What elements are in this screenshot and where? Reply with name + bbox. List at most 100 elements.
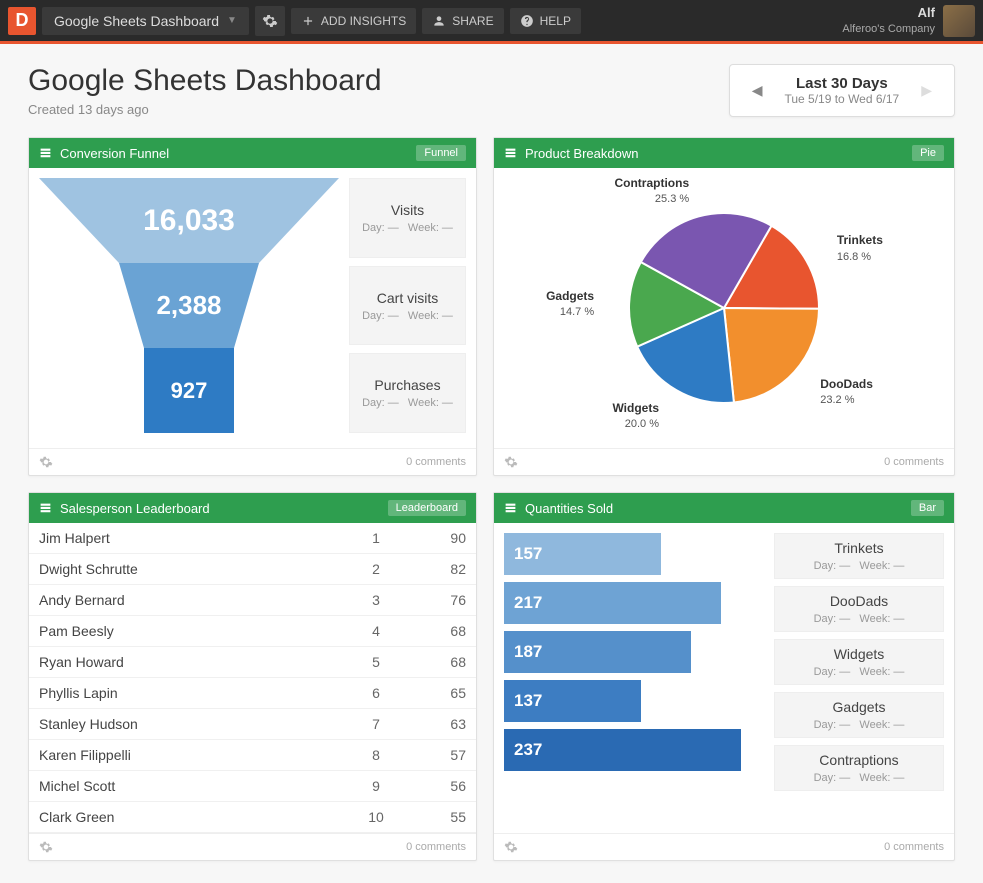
table-row: Clark Green1055 xyxy=(29,802,476,833)
lb-rank: 10 xyxy=(346,802,406,833)
lb-name: Pam Beesly xyxy=(29,616,346,647)
metric-title: Purchases xyxy=(358,377,457,393)
bar-row: 157 xyxy=(504,533,764,575)
lb-rank: 8 xyxy=(346,740,406,771)
pie-slice xyxy=(724,308,819,402)
add-insights-button[interactable]: ADD INSIGHTS xyxy=(291,8,416,34)
date-next-icon[interactable]: ▶ xyxy=(917,78,936,103)
metric-sub: Day: — Week: — xyxy=(783,613,935,625)
page-title: Google Sheets Dashboard xyxy=(28,64,382,98)
pie-label: Trinkets16.8 % xyxy=(837,233,927,264)
table-row: Karen Filippelli857 xyxy=(29,740,476,771)
card-header: Product Breakdown Pie xyxy=(494,138,954,168)
help-icon xyxy=(520,14,534,28)
user-menu[interactable]: Alf Alferoo's Company xyxy=(842,5,975,37)
lb-score: 63 xyxy=(406,709,476,740)
metric-sub: Day: — Week: — xyxy=(783,772,935,784)
table-row: Dwight Schrutte282 xyxy=(29,554,476,585)
settings-button[interactable] xyxy=(255,6,285,36)
date-range-text: Tue 5/19 to Wed 6/17 xyxy=(784,92,899,106)
lb-score: 55 xyxy=(406,802,476,833)
metric-sub: Day: — Week: — xyxy=(783,719,935,731)
card-product-breakdown: Product Breakdown Pie Trinkets16.8 % DooD… xyxy=(493,137,955,476)
lb-name: Ryan Howard xyxy=(29,647,346,678)
lb-score: 56 xyxy=(406,771,476,802)
table-icon xyxy=(39,502,52,515)
card-type-badge: Bar xyxy=(911,500,944,516)
table-icon xyxy=(504,147,517,160)
comments-count[interactable]: 0 comments xyxy=(884,841,944,853)
funnel-chart: 16,0332,388927 xyxy=(39,178,339,433)
date-range-picker[interactable]: ◀ Last 30 Days Tue 5/19 to Wed 6/17 ▶ xyxy=(729,64,955,117)
bar-row: 187 xyxy=(504,631,764,673)
lb-rank: 6 xyxy=(346,678,406,709)
pie-label: Gadgets14.7 % xyxy=(504,289,594,320)
table-row: Andy Bernard376 xyxy=(29,585,476,616)
card-header: Salesperson Leaderboard Leaderboard xyxy=(29,493,476,523)
table-row: Michel Scott956 xyxy=(29,771,476,802)
help-label: HELP xyxy=(540,14,571,28)
comments-count[interactable]: 0 comments xyxy=(884,456,944,468)
lb-rank: 5 xyxy=(346,647,406,678)
metric-title: Visits xyxy=(358,202,457,218)
add-insights-label: ADD INSIGHTS xyxy=(321,14,406,28)
bar-fill: 157 xyxy=(504,533,661,575)
share-label: SHARE xyxy=(452,14,493,28)
table-icon xyxy=(39,147,52,160)
comments-count[interactable]: 0 comments xyxy=(406,456,466,468)
metric-sub: Day: — Week: — xyxy=(358,397,457,409)
gear-icon[interactable] xyxy=(504,840,518,854)
logo[interactable]: D xyxy=(8,7,36,35)
table-row: Ryan Howard568 xyxy=(29,647,476,678)
metric-title: DooDads xyxy=(783,593,935,609)
comments-count[interactable]: 0 comments xyxy=(406,841,466,853)
share-icon xyxy=(432,14,446,28)
lb-rank: 1 xyxy=(346,523,406,554)
share-button[interactable]: SHARE xyxy=(422,8,503,34)
gear-icon[interactable] xyxy=(504,455,518,469)
pie-chart: Trinkets16.8 % DooDads23.2 % Widgets20.0 %… xyxy=(504,178,944,438)
metric-sub: Day: — Week: — xyxy=(358,310,457,322)
metric-title: Gadgets xyxy=(783,699,935,715)
gear-icon xyxy=(262,13,278,29)
table-icon xyxy=(504,502,517,515)
lb-rank: 2 xyxy=(346,554,406,585)
help-button[interactable]: HELP xyxy=(510,8,581,34)
lb-name: Dwight Schrutte xyxy=(29,554,346,585)
card-type-badge: Leaderboard xyxy=(388,500,466,516)
table-row: Phyllis Lapin665 xyxy=(29,678,476,709)
lb-score: 82 xyxy=(406,554,476,585)
lb-name: Michel Scott xyxy=(29,771,346,802)
chevron-down-icon: ▼ xyxy=(227,15,237,26)
lb-score: 57 xyxy=(406,740,476,771)
bar-fill: 137 xyxy=(504,680,641,722)
lb-score: 76 xyxy=(406,585,476,616)
card-type-badge: Funnel xyxy=(416,145,466,161)
metric-title: Contraptions xyxy=(783,752,935,768)
gear-icon[interactable] xyxy=(39,840,53,854)
gear-icon[interactable] xyxy=(39,455,53,469)
metric-title: Trinkets xyxy=(783,540,935,556)
date-prev-icon[interactable]: ◀ xyxy=(748,78,767,103)
funnel-metric-box: Purchases Day: — Week: — xyxy=(349,353,466,433)
lb-name: Phyllis Lapin xyxy=(29,678,346,709)
card-title: Quantities Sold xyxy=(525,501,613,516)
lb-name: Jim Halpert xyxy=(29,523,346,554)
pie-label: Widgets20.0 % xyxy=(569,401,659,432)
bar-metric-box: Trinkets Day: — Week: — xyxy=(774,533,944,579)
bar-metric-box: Gadgets Day: — Week: — xyxy=(774,692,944,738)
table-row: Pam Beesly468 xyxy=(29,616,476,647)
bar-row: 237 xyxy=(504,729,764,771)
topbar: D Google Sheets Dashboard ▼ ADD INSIGHTS… xyxy=(0,0,983,44)
bar-metric-box: Contraptions Day: — Week: — xyxy=(774,745,944,791)
pie-label: DooDads23.2 % xyxy=(820,377,910,408)
lb-name: Karen Filippelli xyxy=(29,740,346,771)
card-title: Product Breakdown xyxy=(525,146,638,161)
bar-fill: 217 xyxy=(504,582,721,624)
metric-sub: Day: — Week: — xyxy=(783,560,935,572)
card-title: Salesperson Leaderboard xyxy=(60,501,210,516)
dashboard-selector[interactable]: Google Sheets Dashboard ▼ xyxy=(42,7,249,35)
user-name: Alf xyxy=(842,5,935,22)
metric-sub: Day: — Week: — xyxy=(358,222,457,234)
user-company: Alferoo's Company xyxy=(842,22,935,36)
